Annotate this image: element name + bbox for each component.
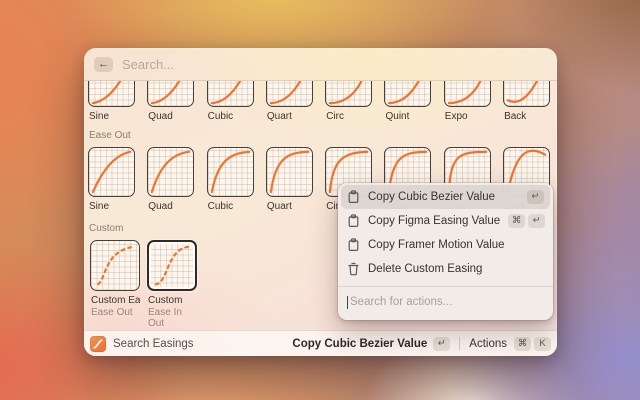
easing-label: Quart — [267, 201, 313, 213]
easing-item-sine[interactable]: Sine — [88, 147, 135, 213]
footer-actions-keys: ⌘K — [514, 337, 551, 351]
menu-item-copy-cubic-bezier-value[interactable]: Copy Cubic Bezier Value ↵ — [341, 185, 550, 209]
easing-label: Quad — [148, 111, 194, 123]
easing-thumbnail — [147, 81, 194, 107]
easing-thumbnail — [503, 81, 550, 107]
easing-item-circ[interactable]: Circ — [325, 81, 372, 123]
easing-thumbnail — [147, 147, 194, 197]
back-arrow-icon: ← — [98, 59, 109, 70]
easing-item-cubic[interactable]: Cubic — [207, 147, 254, 213]
actions-menu-items: Copy Cubic Bezier Value↵Copy Figma Easin… — [338, 185, 553, 281]
section-ease-in: Sine Quad Cubic Quart Circ Quint Expo Back — [84, 81, 557, 123]
search-input[interactable]: Search... — [122, 57, 174, 72]
footer-primary-label: Copy Cubic Bezier Value — [292, 338, 427, 350]
easing-label: Expo — [445, 111, 491, 123]
easing-label: Circ — [326, 111, 372, 123]
launcher-window: ← Search... Sine Quad Cubic Quart Circ Quint E… — [84, 48, 557, 356]
easing-label: Back — [504, 111, 550, 123]
back-button[interactable]: ← — [94, 57, 113, 72]
easing-label: Quad — [148, 201, 194, 213]
clipboard-icon — [347, 190, 360, 204]
easing-label: Cubic — [208, 201, 254, 213]
easings-app-icon — [90, 336, 106, 352]
easing-item-quart[interactable]: Quart — [266, 81, 313, 123]
actions-search-placeholder: Search for actions... — [350, 296, 452, 308]
clipboard-icon — [347, 214, 360, 228]
menu-item-label: Copy Figma Easing Value — [368, 215, 500, 227]
easing-item-sine[interactable]: Sine — [88, 81, 135, 123]
easing-label: Sine — [89, 201, 135, 213]
clipboard-icon — [347, 238, 360, 252]
easing-label: Custom — [148, 295, 197, 307]
thumb-row: Sine Quad Cubic Quart Circ Quint Expo Back — [84, 81, 557, 123]
window-header: ← Search... — [84, 48, 557, 81]
menu-item-keys: ⌘↵ — [508, 214, 545, 228]
easing-thumbnail — [266, 81, 313, 107]
easing-label: Cubic — [208, 111, 254, 123]
actions-search-input[interactable]: Search for actions... — [338, 287, 553, 317]
footer-app-name: Search Easings — [113, 338, 194, 350]
easing-thumbnail — [444, 81, 491, 107]
easing-thumbnail — [207, 81, 254, 107]
easing-item-quad[interactable]: Quad — [147, 81, 194, 123]
easing-thumbnail — [88, 147, 135, 197]
easing-item-quart[interactable]: Quart — [266, 147, 313, 213]
menu-item-label: Copy Cubic Bezier Value — [368, 191, 519, 203]
key-badge: ↵ — [528, 214, 545, 228]
section-title: Ease Out — [89, 130, 557, 142]
menu-item-delete-custom-easing[interactable]: Delete Custom Easing — [341, 257, 550, 281]
easing-item-back[interactable]: Back — [503, 81, 550, 123]
footer-actions-label: Actions — [469, 338, 507, 350]
return-key-badge: ↵ — [433, 337, 450, 351]
footer-divider — [459, 337, 460, 350]
easing-thumbnail — [88, 81, 135, 107]
easing-thumbnail — [207, 147, 254, 197]
easing-label: Custom Eas... — [91, 295, 140, 307]
easing-item-custom[interactable]: CustomEase In Out — [147, 240, 197, 319]
actions-menu: Copy Cubic Bezier Value↵Copy Figma Easin… — [338, 183, 553, 320]
text-cursor — [347, 296, 348, 309]
key-badge: ⌘ — [508, 214, 525, 228]
easing-thumbnail — [147, 240, 197, 291]
easing-thumbnail — [325, 81, 372, 107]
easing-label: Quart — [267, 111, 313, 123]
easing-item-quint[interactable]: Quint — [384, 81, 431, 123]
easing-label: Quint — [385, 111, 431, 123]
easing-item-expo[interactable]: Expo — [444, 81, 491, 123]
easing-item-custom-eas-[interactable]: Custom Eas...Ease Out — [90, 240, 140, 319]
menu-item-label: Delete Custom Easing — [368, 263, 544, 275]
easing-subtitle: Ease In Out — [148, 307, 197, 319]
menu-item-keys: ↵ — [527, 190, 544, 204]
menu-item-label: Copy Framer Motion Value — [368, 239, 544, 251]
key-badge: K — [534, 337, 551, 351]
easing-item-cubic[interactable]: Cubic — [207, 81, 254, 123]
trash-icon — [347, 262, 360, 276]
footer-primary-action[interactable]: Copy Cubic Bezier Value ↵ — [292, 337, 450, 351]
key-badge: ⌘ — [514, 337, 531, 351]
easing-item-quad[interactable]: Quad — [147, 147, 194, 213]
menu-item-copy-figma-easing-value[interactable]: Copy Figma Easing Value ⌘↵ — [341, 209, 550, 233]
menu-item-copy-framer-motion-value[interactable]: Copy Framer Motion Value — [341, 233, 550, 257]
key-badge: ↵ — [527, 190, 544, 204]
footer-actions-button[interactable]: Actions ⌘K — [469, 337, 551, 351]
window-footer: Search Easings Copy Cubic Bezier Value ↵… — [84, 330, 557, 356]
easing-subtitle: Ease Out — [91, 307, 140, 319]
easing-thumbnail — [266, 147, 313, 197]
easing-label: Sine — [89, 111, 135, 123]
easing-thumbnail — [384, 81, 431, 107]
easing-thumbnail — [90, 240, 140, 291]
